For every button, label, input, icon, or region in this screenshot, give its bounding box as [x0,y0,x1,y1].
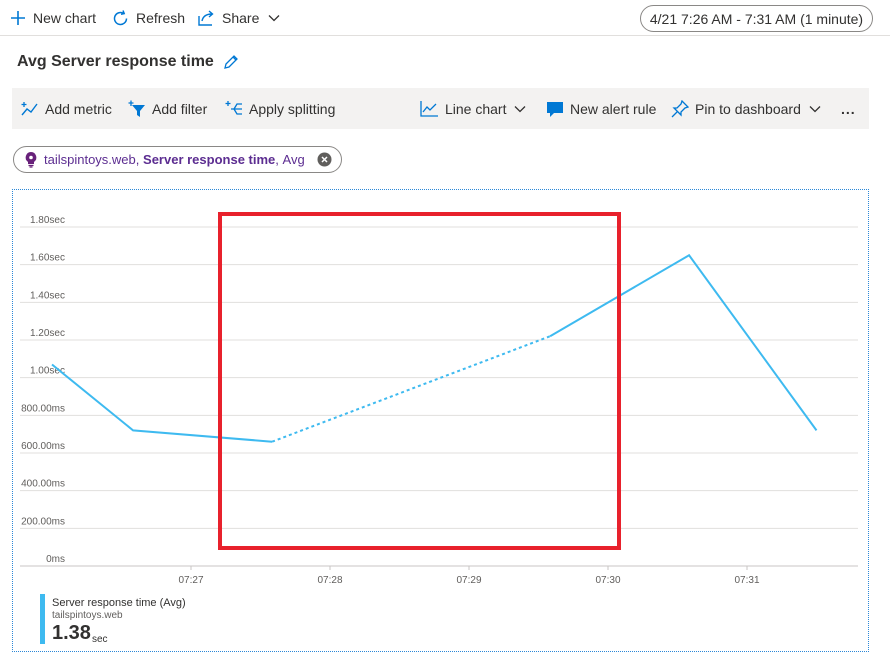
y-tick-label: 200.00ms [21,516,65,527]
series-lines [51,253,818,443]
x-tick-label: 07:28 [317,575,342,586]
y-tick-label: 1.40sec [30,290,65,301]
series-line-dotted-segment [271,335,551,443]
x-tick-label: 07:31 [734,575,759,586]
chart-legend[interactable]: Server response time (Avg) tailspintoys.… [40,594,230,646]
y-tick-label: 1.80sec [30,215,65,226]
legend-value: 1.38 [52,622,91,644]
chart-gridlines [20,226,858,567]
y-tick-label: 1.60sec [30,253,65,264]
legend-resource: tailspintoys.web [52,610,123,621]
series-line-segment [549,253,818,431]
legend-color-bar [40,594,45,644]
legend-unit: sec [92,634,108,645]
x-tick-label: 07:27 [178,575,203,586]
x-tick-label: 07:30 [595,575,620,586]
y-tick-label: 400.00ms [21,479,65,490]
y-tick-label: 800.00ms [21,403,65,414]
y-tick-label: 1.20sec [30,328,65,339]
x-tick-label: 07:29 [456,575,481,586]
highlight-box [218,212,621,550]
y-axis-labels: 0ms200.00ms400.00ms600.00ms800.00ms1.00s… [21,215,65,565]
y-tick-label: 0ms [46,554,65,565]
series-line-segment [51,363,273,443]
x-axis-labels: 07:27 07:28 07:29 07:30 07:31 [178,566,760,586]
legend-series-name: Server response time (Avg) [52,597,186,609]
y-tick-label: 600.00ms [21,441,65,452]
line-chart: 0ms200.00ms400.00ms600.00ms800.00ms1.00s… [20,212,858,586]
